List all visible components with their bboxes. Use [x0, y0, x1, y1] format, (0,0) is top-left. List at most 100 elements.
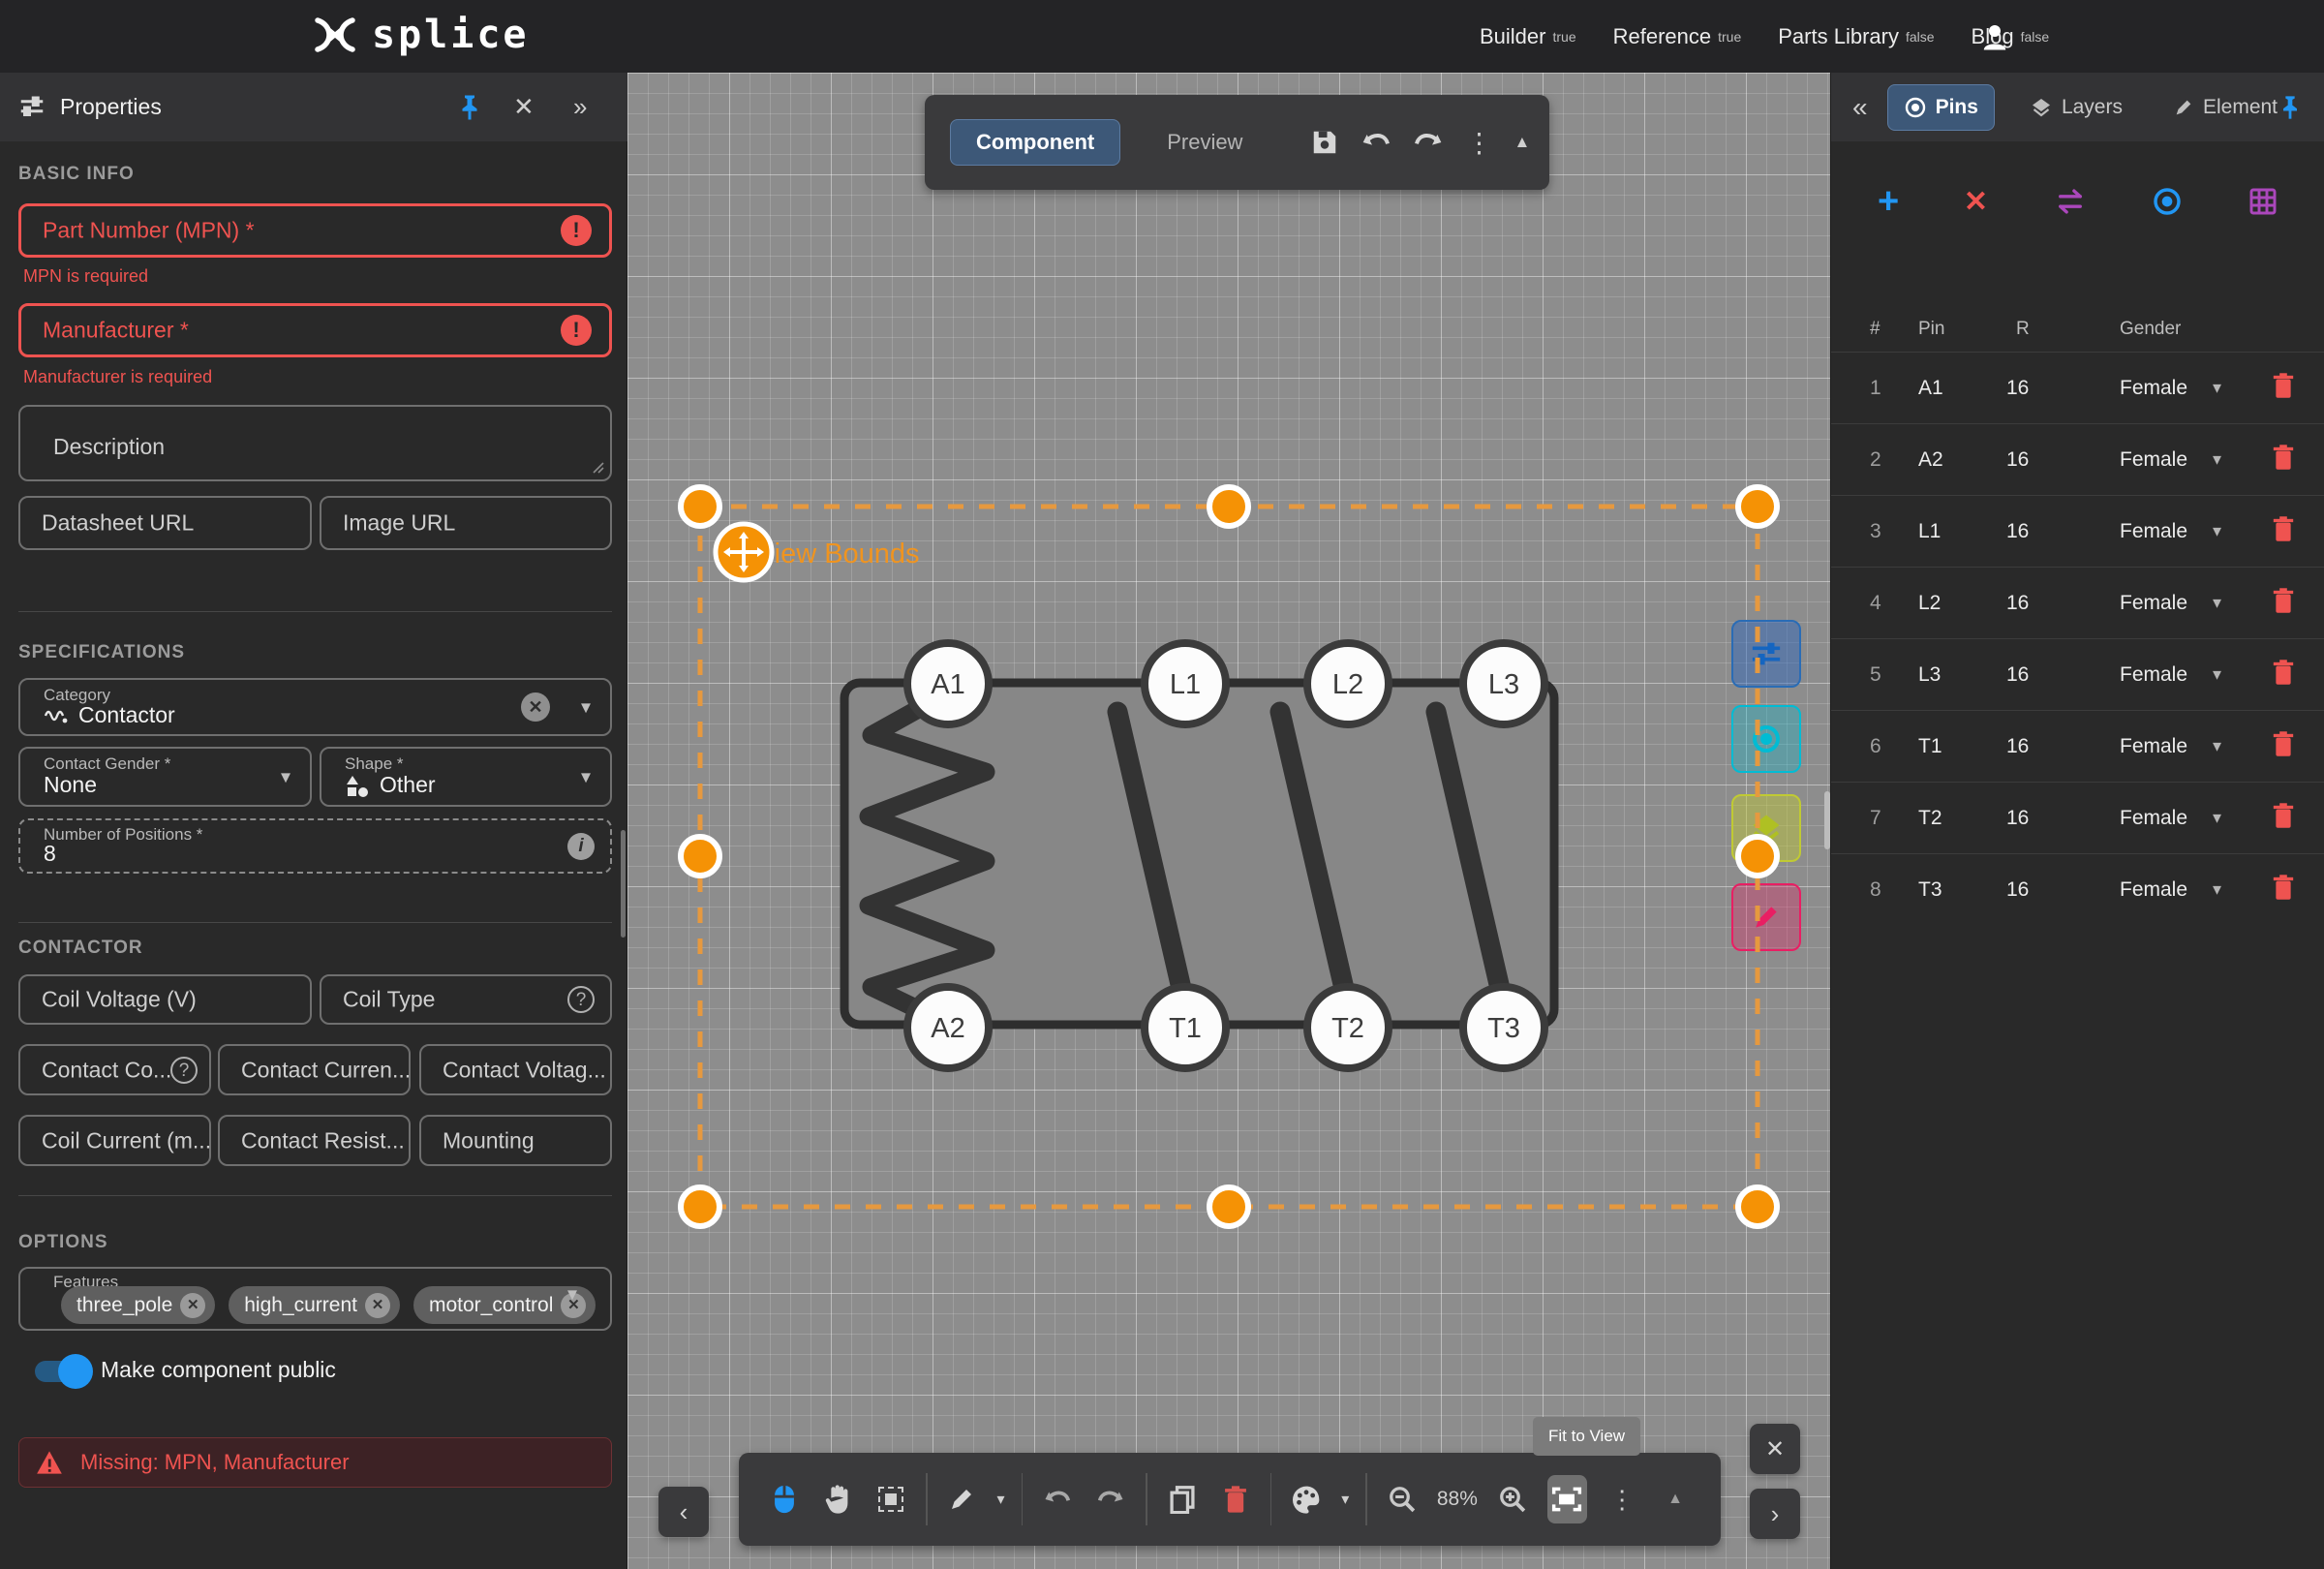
top-nav-item[interactable]: Builder true	[1480, 24, 1576, 49]
contact-resistance-field[interactable]: Contact Resist...	[218, 1115, 411, 1166]
pin-gender-select[interactable]: Female ▾	[2093, 735, 2272, 758]
help-icon[interactable]: ?	[567, 986, 595, 1013]
fit-to-view-button[interactable]	[1547, 1475, 1587, 1523]
pin-table-row[interactable]: 3 L1 16 Female ▾	[1831, 495, 2324, 567]
top-nav-item[interactable]: Parts Library false	[1778, 24, 1934, 49]
pin-delete-button[interactable]	[2272, 372, 2296, 405]
redo-button[interactable]	[1413, 120, 1444, 165]
coil-type-field[interactable]: Coil Type ?	[320, 974, 612, 1025]
pin-gender-select[interactable]: Female ▾	[2093, 807, 2272, 830]
account-icon[interactable]	[1977, 19, 2012, 54]
tab-component[interactable]: Component	[950, 119, 1120, 166]
zoom-level[interactable]: 88%	[1437, 1488, 1478, 1511]
collapse-toolbar-button[interactable]: ▲	[1657, 1477, 1694, 1522]
collapse-left-icon[interactable]: «	[1852, 92, 1868, 123]
pin-table-row[interactable]: 1 A1 16 Female ▾	[1831, 352, 2324, 423]
add-pin-icon[interactable]: +	[1878, 181, 1899, 223]
palette-caret-icon[interactable]: ▾	[1341, 1490, 1349, 1509]
bounds-move-handle[interactable]	[716, 524, 772, 580]
component-drawing[interactable]: A1L1L2L3A2T1T2T3 Preview Bounds	[627, 73, 1830, 1569]
swap-icon[interactable]	[2053, 189, 2088, 214]
coil-current-field[interactable]: Coil Current (m...	[18, 1115, 211, 1166]
zoom-in-button[interactable]	[1494, 1477, 1531, 1522]
pin-delete-button[interactable]	[2272, 659, 2296, 692]
category-select[interactable]: Category Contactor ✕ ▾	[18, 678, 612, 736]
shape-select[interactable]: Shape * Other ▾	[320, 747, 612, 807]
app-logo[interactable]: splice	[310, 13, 530, 57]
pin-gender-select[interactable]: Female ▾	[2093, 663, 2272, 687]
contact-current-field[interactable]: Contact Curren...	[218, 1044, 411, 1095]
collapse-panel-icon[interactable]: »	[573, 92, 587, 122]
contact-config-field[interactable]: Contact Co... ?	[18, 1044, 211, 1095]
undo-button[interactable]	[1039, 1477, 1076, 1522]
help-icon[interactable]: ?	[170, 1057, 198, 1084]
pin-delete-button[interactable]	[2272, 515, 2296, 548]
duplicate-button[interactable]	[1164, 1477, 1201, 1522]
pin-table-row[interactable]: 8 T3 16 Female ▾	[1831, 853, 2324, 925]
pin-delete-button[interactable]	[2272, 802, 2296, 835]
pin-table-row[interactable]: 5 L3 16 Female ▾	[1831, 638, 2324, 710]
delete-button[interactable]	[1217, 1477, 1254, 1522]
redo-button[interactable]	[1092, 1477, 1129, 1522]
pin-delete-button[interactable]	[2272, 874, 2296, 907]
pin-table-row[interactable]: 2 A2 16 Female ▾	[1831, 423, 2324, 495]
collapse-toolbar-button[interactable]: ▲	[1514, 120, 1530, 165]
chevron-down-icon[interactable]: ▾	[567, 1282, 577, 1307]
chevron-down-icon[interactable]: ▾	[581, 695, 591, 720]
info-icon[interactable]: i	[567, 833, 595, 860]
zoom-out-button[interactable]	[1384, 1477, 1421, 1522]
manufacturer-field[interactable]: Manufacturer * !	[18, 303, 612, 357]
pin-gender-select[interactable]: Female ▾	[2093, 592, 2272, 615]
remove-chip-icon[interactable]: ✕	[180, 1293, 205, 1318]
style-palette-button[interactable]	[1288, 1477, 1325, 1522]
tab-pins[interactable]: Pins	[1887, 84, 1995, 131]
resize-grip-icon[interactable]	[593, 462, 604, 474]
remove-chip-icon[interactable]: ✕	[365, 1293, 390, 1318]
mounting-field[interactable]: Mounting	[419, 1115, 612, 1166]
close-overlay-button[interactable]: ✕	[1750, 1424, 1800, 1474]
pan-tool-button[interactable]	[819, 1477, 856, 1522]
contact-voltage-field[interactable]: Contact Voltag...	[419, 1044, 612, 1095]
datasheet-url-field[interactable]: Datasheet URL	[18, 496, 312, 550]
features-field[interactable]: Features three_pole ✕ high_current ✕ mot…	[18, 1267, 612, 1331]
close-panel-icon[interactable]: ✕	[513, 92, 535, 122]
mpn-field[interactable]: Part Number (MPN) * !	[18, 203, 612, 258]
coil-voltage-field[interactable]: Coil Voltage (V)	[18, 974, 312, 1025]
pin-table-row[interactable]: 7 T2 16 Female ▾	[1831, 782, 2324, 853]
description-field[interactable]: Description	[18, 405, 612, 481]
tab-preview[interactable]: Preview	[1142, 119, 1268, 166]
select-tool-button[interactable]	[766, 1477, 803, 1522]
draw-tool-caret-icon[interactable]: ▾	[996, 1490, 1004, 1509]
tab-element[interactable]: Element	[2157, 84, 2293, 131]
pin-delete-button[interactable]	[2272, 587, 2296, 620]
draw-tool-button[interactable]	[944, 1477, 981, 1522]
pin-panel-icon[interactable]	[2277, 93, 2304, 122]
pin-delete-button[interactable]	[2272, 444, 2296, 477]
pin-table-row[interactable]: 4 L2 16 Female ▾	[1831, 567, 2324, 638]
contact-gender-select[interactable]: Contact Gender * None ▾	[18, 747, 312, 807]
prev-page-button[interactable]: ‹	[658, 1487, 709, 1537]
chevron-down-icon[interactable]: ▾	[281, 765, 290, 789]
save-button[interactable]	[1310, 120, 1339, 165]
pin-table-row[interactable]: 6 T1 16 Female ▾	[1831, 710, 2324, 782]
image-url-field[interactable]: Image URL	[320, 496, 612, 550]
clear-category-icon[interactable]: ✕	[521, 692, 550, 722]
pin-delete-button[interactable]	[2272, 730, 2296, 763]
pin-gender-select[interactable]: Female ▾	[2093, 878, 2272, 902]
next-page-button[interactable]: ›	[1750, 1489, 1800, 1539]
positions-field[interactable]: Number of Positions * 8 i	[18, 818, 612, 874]
pin-panel-icon[interactable]	[455, 92, 484, 123]
chevron-down-icon[interactable]: ▾	[581, 765, 591, 789]
editor-canvas[interactable]: A1L1L2L3A2T1T2T3 Preview Bounds	[627, 73, 1830, 1569]
more-options-button[interactable]: ⋮	[1465, 120, 1492, 165]
marquee-tool-button[interactable]	[872, 1477, 909, 1522]
top-nav-item[interactable]: Reference true	[1613, 24, 1742, 49]
panel-scrollbar[interactable]	[621, 830, 626, 938]
more-options-button[interactable]: ⋮	[1604, 1477, 1640, 1522]
target-icon[interactable]	[2152, 186, 2183, 217]
pin-gender-select[interactable]: Female ▾	[2093, 377, 2272, 400]
delete-pins-icon[interactable]: ✕	[1964, 185, 1988, 219]
public-toggle[interactable]	[35, 1361, 89, 1382]
grid-table-icon[interactable]	[2248, 186, 2278, 217]
undo-button[interactable]	[1361, 120, 1391, 165]
